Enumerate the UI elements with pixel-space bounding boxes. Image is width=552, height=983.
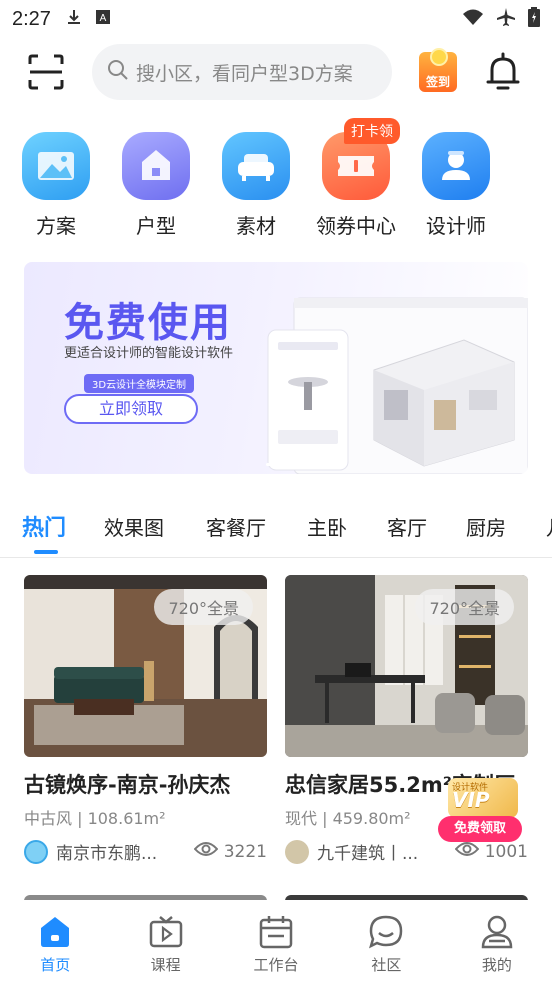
bottom-nav-label: 课程 xyxy=(150,956,181,974)
software-screenshot-image xyxy=(267,297,528,474)
sofa-icon xyxy=(222,132,290,200)
battery-icon xyxy=(528,6,540,32)
banner-tag: 3D云设计全模块定制 xyxy=(84,374,195,393)
vip-label: VIP xyxy=(452,788,490,812)
eye-icon xyxy=(193,840,219,863)
vip-promo-float[interactable]: 设计软件 VIP 免费领取 xyxy=(438,778,522,842)
banner-title: 免费使用 xyxy=(64,300,232,346)
card-author[interactable]: 南京市东鹏... 3221 xyxy=(24,839,267,864)
tab-living-dining[interactable]: 客餐厅 xyxy=(206,512,266,541)
panorama-badge: 720°全景 xyxy=(154,589,253,625)
avatar xyxy=(24,839,48,864)
top-bar: 搜小区，看同户型3D方案 签到 xyxy=(0,42,552,100)
quick-nav: 方案 户型 素材 领券中心 设计师 打卡领 xyxy=(0,118,552,243)
author-name: 九千建筑丨... xyxy=(317,844,419,864)
coin-icon xyxy=(430,48,448,66)
quick-nav-label: 方案 xyxy=(36,214,76,238)
banner-subtitle: 更适合设计师的智能设计软件 xyxy=(64,346,234,361)
bottom-nav-home[interactable]: 首页 xyxy=(0,900,110,983)
bottom-nav-courses[interactable]: 课程 xyxy=(110,900,220,983)
card-image: 720°全景 xyxy=(24,575,267,757)
bottom-nav-workbench[interactable]: 工作台 xyxy=(221,900,331,983)
pagination-dot xyxy=(266,463,280,466)
quick-nav-label: 领券中心 xyxy=(316,214,396,238)
quick-nav-label: 素材 xyxy=(236,214,276,238)
vip-claim-button[interactable]: 免费领取 xyxy=(438,816,522,842)
chat-icon xyxy=(368,914,404,950)
text-app-icon: A xyxy=(95,8,111,30)
avatar xyxy=(285,839,309,864)
bottom-nav-label: 首页 xyxy=(40,956,71,974)
quick-nav-item-materials[interactable]: 素材 xyxy=(211,128,301,239)
tab-kitchen[interactable]: 厨房 xyxy=(466,512,506,541)
search-placeholder: 搜小区，看同户型3D方案 xyxy=(136,62,353,85)
search-input[interactable]: 搜小区，看同户型3D方案 xyxy=(92,44,392,100)
tab-hot[interactable]: 热门 xyxy=(22,510,66,542)
author-name: 南京市东鹏... xyxy=(56,844,158,864)
download-icon xyxy=(65,8,83,31)
designer-icon xyxy=(422,132,490,200)
image-icon xyxy=(22,132,90,200)
promo-banner[interactable]: 免费使用 更适合设计师的智能设计软件 3D云设计全模块定制 立即领取 xyxy=(24,262,528,474)
checkin-label: 签到 xyxy=(425,75,450,89)
tab-living-room[interactable]: 客厅 xyxy=(387,512,427,541)
quick-nav-item-plans[interactable]: 方案 xyxy=(11,128,101,239)
status-time: 2:27 xyxy=(12,7,51,30)
card-image: 720°全景 xyxy=(285,575,528,757)
quick-nav-label: 户型 xyxy=(136,214,176,238)
card-meta: 中古风 | 108.61m² xyxy=(24,809,166,828)
status-bar: 2:27 A xyxy=(0,0,552,38)
checkin-button[interactable]: 签到 xyxy=(419,48,459,92)
quick-nav-item-coupons[interactable]: 领券中心 xyxy=(311,128,401,239)
house-icon xyxy=(122,132,190,200)
bottom-nav-profile[interactable]: 我的 xyxy=(442,900,552,983)
tab-renderings[interactable]: 效果图 xyxy=(104,512,164,541)
calendar-icon xyxy=(258,914,294,950)
card-author[interactable]: 九千建筑丨... 1001 xyxy=(285,839,528,864)
banner-claim-button[interactable]: 立即领取 xyxy=(64,394,198,424)
bottom-nav-label: 社区 xyxy=(371,956,402,974)
panorama-badge: 720°全景 xyxy=(415,589,514,625)
tab-master-bedroom[interactable]: 主卧 xyxy=(307,512,347,541)
banner-pagination xyxy=(266,463,302,466)
airplane-icon xyxy=(496,7,516,32)
view-count-value: 3221 xyxy=(223,841,267,862)
search-icon xyxy=(106,58,130,86)
svg-text:A: A xyxy=(100,13,107,24)
view-count-value: 1001 xyxy=(484,841,528,862)
quick-nav-item-designers[interactable]: 设计师 xyxy=(411,128,501,239)
bottom-nav: 首页 课程 工作台 社区 我的 xyxy=(0,900,552,983)
pagination-dot xyxy=(296,463,302,466)
pagination-dot xyxy=(285,463,291,466)
coupon-badge: 打卡领 xyxy=(344,118,400,144)
tv-icon xyxy=(148,914,184,950)
bell-icon[interactable] xyxy=(484,52,522,92)
tab-indicator xyxy=(34,550,58,554)
wifi-icon xyxy=(462,8,484,31)
card-title: 古镜焕序-南京-孙庆杰 xyxy=(24,773,231,797)
quick-nav-label: 设计师 xyxy=(426,214,486,238)
scan-icon[interactable] xyxy=(26,52,66,92)
bottom-nav-label: 工作台 xyxy=(253,956,299,974)
eye-icon xyxy=(454,840,480,863)
category-tabs: 热门 效果图 客餐厅 主卧 客厅 厨房 儿 xyxy=(0,500,552,558)
view-count: 3221 xyxy=(193,840,267,863)
design-card[interactable]: 720°全景 古镜焕序-南京-孙庆杰 中古风 | 108.61m² 南京市东鹏.… xyxy=(24,575,267,864)
home-icon xyxy=(37,914,73,950)
quick-nav-item-floorplan[interactable]: 户型 xyxy=(111,128,201,239)
user-icon xyxy=(479,914,515,950)
bottom-nav-label: 我的 xyxy=(481,956,512,974)
bottom-nav-community[interactable]: 社区 xyxy=(331,900,441,983)
view-count: 1001 xyxy=(454,840,528,863)
tab-kids[interactable]: 儿 xyxy=(546,512,552,541)
